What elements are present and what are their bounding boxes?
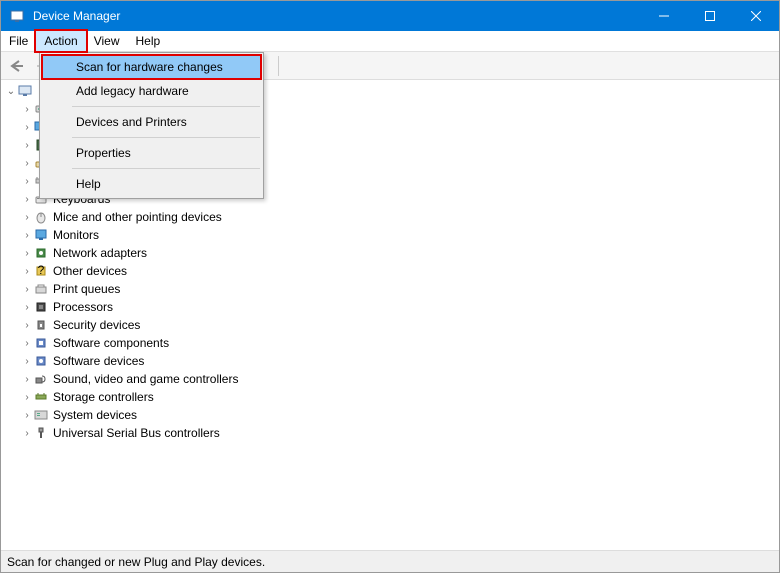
device-category-icon bbox=[33, 425, 49, 441]
tree-item-label: System devices bbox=[51, 408, 139, 422]
expander-icon[interactable]: › bbox=[21, 428, 33, 439]
tree-item-label: Sound, video and game controllers bbox=[51, 372, 240, 386]
tree-item-label: Processors bbox=[51, 300, 115, 314]
device-category-icon: ? bbox=[33, 263, 49, 279]
titlebar: Device Manager bbox=[1, 1, 779, 31]
device-category-icon bbox=[33, 245, 49, 261]
tree-item[interactable]: › Software components bbox=[5, 334, 775, 352]
expander-icon[interactable]: › bbox=[21, 320, 33, 331]
device-category-icon bbox=[33, 353, 49, 369]
tree-item-label: Other devices bbox=[51, 264, 129, 278]
menu-action[interactable]: Action bbox=[36, 31, 85, 51]
tree-item[interactable]: › Universal Serial Bus controllers bbox=[5, 424, 775, 442]
close-button[interactable] bbox=[733, 1, 779, 31]
tree-item[interactable]: › System devices bbox=[5, 406, 775, 424]
window-title: Device Manager bbox=[33, 9, 641, 23]
device-category-icon bbox=[33, 209, 49, 225]
tree-item-label: Mice and other pointing devices bbox=[51, 210, 224, 224]
action-dropdown: Scan for hardware changes Add legacy har… bbox=[39, 52, 264, 199]
tree-item-label: Security devices bbox=[51, 318, 142, 332]
tree-item-label: Print queues bbox=[51, 282, 122, 296]
menu-devices-printers[interactable]: Devices and Printers bbox=[42, 110, 261, 134]
menu-help[interactable]: Help bbox=[128, 31, 169, 51]
menu-view[interactable]: View bbox=[86, 31, 128, 51]
menu-add-legacy[interactable]: Add legacy hardware bbox=[42, 79, 261, 103]
expander-icon[interactable]: › bbox=[21, 194, 33, 205]
device-category-icon bbox=[33, 371, 49, 387]
computer-icon bbox=[17, 83, 33, 99]
statusbar: Scan for changed or new Plug and Play de… bbox=[1, 550, 779, 572]
tree-item-label: Software components bbox=[51, 336, 171, 350]
minimize-button[interactable] bbox=[641, 1, 687, 31]
expander-icon[interactable]: › bbox=[21, 248, 33, 259]
tree-item[interactable]: › Mice and other pointing devices bbox=[5, 208, 775, 226]
device-category-icon bbox=[33, 299, 49, 315]
expander-icon[interactable]: › bbox=[21, 338, 33, 349]
tree-item[interactable]: › Monitors bbox=[5, 226, 775, 244]
expander-icon[interactable]: › bbox=[21, 374, 33, 385]
device-category-icon bbox=[33, 281, 49, 297]
expander-icon[interactable]: ⌄ bbox=[5, 86, 17, 97]
tree-item-label: Storage controllers bbox=[51, 390, 156, 404]
expander-icon[interactable]: › bbox=[21, 392, 33, 403]
expander-icon[interactable]: › bbox=[21, 356, 33, 367]
dropdown-separator bbox=[72, 106, 260, 107]
menu-devices-printers-label: Devices and Printers bbox=[70, 115, 261, 129]
menu-scan-hardware[interactable]: Scan for hardware changes bbox=[42, 55, 261, 79]
tree-item[interactable]: › Security devices bbox=[5, 316, 775, 334]
tree-item-label: Software devices bbox=[51, 354, 146, 368]
menubar: File Action View Help Scan for hardware … bbox=[1, 31, 779, 52]
menu-file[interactable]: File bbox=[1, 31, 36, 51]
tree-item[interactable]: ›? Other devices bbox=[5, 262, 775, 280]
app-icon bbox=[9, 8, 25, 24]
expander-icon[interactable]: › bbox=[21, 158, 33, 169]
dropdown-separator bbox=[72, 168, 260, 169]
expander-icon[interactable]: › bbox=[21, 302, 33, 313]
menu-add-legacy-label: Add legacy hardware bbox=[70, 84, 261, 98]
expander-icon[interactable]: › bbox=[21, 104, 33, 115]
tree-item[interactable]: › Storage controllers bbox=[5, 388, 775, 406]
tree-item[interactable]: › Processors bbox=[5, 298, 775, 316]
tree-item-label: Monitors bbox=[51, 228, 101, 242]
device-category-icon bbox=[33, 407, 49, 423]
svg-text:?: ? bbox=[38, 264, 45, 277]
expander-icon[interactable]: › bbox=[21, 176, 33, 187]
device-category-icon bbox=[33, 317, 49, 333]
menu-help-item[interactable]: Help bbox=[42, 172, 261, 196]
expander-icon[interactable]: › bbox=[21, 122, 33, 133]
tree-item-label: Network adapters bbox=[51, 246, 149, 260]
tree-item[interactable]: › Software devices bbox=[5, 352, 775, 370]
tree-item-label: Universal Serial Bus controllers bbox=[51, 426, 222, 440]
expander-icon[interactable]: › bbox=[21, 230, 33, 241]
dropdown-separator bbox=[72, 137, 260, 138]
device-category-icon bbox=[33, 389, 49, 405]
device-category-icon bbox=[33, 227, 49, 243]
menu-properties[interactable]: Properties bbox=[42, 141, 261, 165]
tree-item[interactable]: › Network adapters bbox=[5, 244, 775, 262]
menu-properties-label: Properties bbox=[70, 146, 261, 160]
menu-help-item-label: Help bbox=[70, 177, 261, 191]
expander-icon[interactable]: › bbox=[21, 212, 33, 223]
back-button[interactable] bbox=[5, 54, 29, 78]
expander-icon[interactable]: › bbox=[21, 410, 33, 421]
expander-icon[interactable]: › bbox=[21, 284, 33, 295]
menu-scan-hardware-label: Scan for hardware changes bbox=[70, 60, 261, 74]
toolbar-separator bbox=[278, 56, 279, 76]
maximize-button[interactable] bbox=[687, 1, 733, 31]
statusbar-text: Scan for changed or new Plug and Play de… bbox=[7, 555, 265, 569]
tree-item[interactable]: › Print queues bbox=[5, 280, 775, 298]
tree-item[interactable]: › Sound, video and game controllers bbox=[5, 370, 775, 388]
expander-icon[interactable]: › bbox=[21, 266, 33, 277]
expander-icon[interactable]: › bbox=[21, 140, 33, 151]
device-category-icon bbox=[33, 335, 49, 351]
